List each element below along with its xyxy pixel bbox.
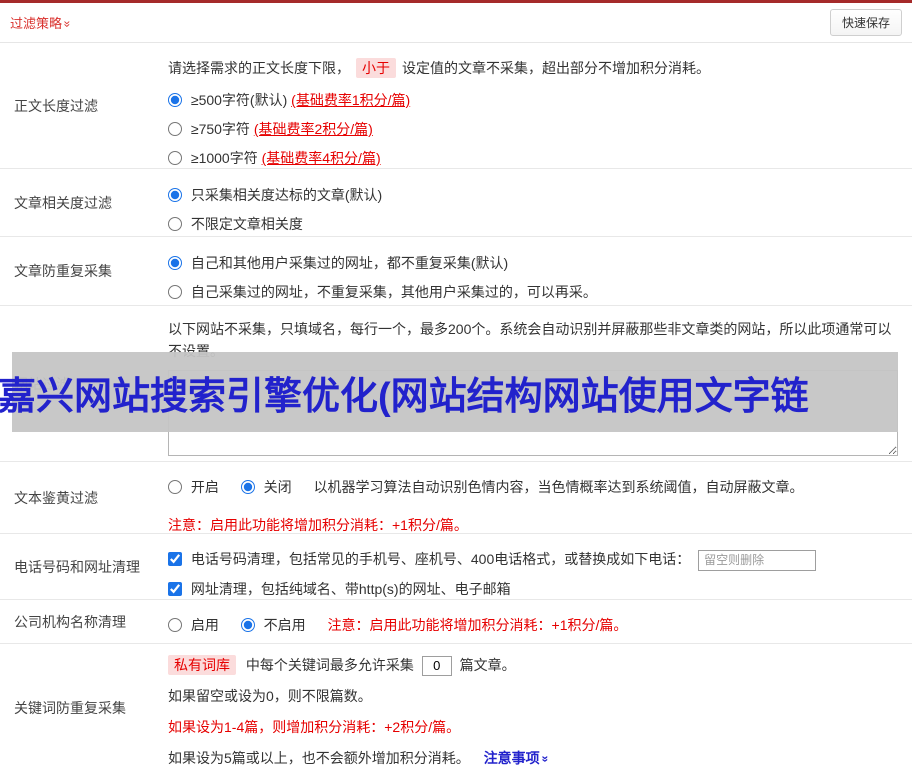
page-title-text: 过滤策略 [10,16,63,31]
length-750-radio[interactable] [168,122,182,136]
relevance-filter-label: 文章相关度过滤 [14,194,112,211]
replacement-phone-input[interactable] [698,549,817,571]
porn-on-label: 开启 [190,479,219,495]
keyword-limit-line: 私有词库 中每个关键词最多允许采集 篇文章。 [168,654,898,676]
keyword-note-five: 如果设为5篇或以上，也不会额外增加积分消耗。 注意事项» [168,747,898,770]
porn-on-option[interactable]: 开启 [168,479,223,495]
length-500-radio[interactable] [168,93,182,107]
length-750-label: ≥750字符 [190,121,254,137]
length-1000-radio[interactable] [168,151,182,165]
watermark-text: 嘉兴网站搜索引擎优化(网站结构网站使用文字链 [0,375,809,418]
company-on-label: 启用 [190,617,219,633]
length-500-label: ≥500字符(默认) [190,92,292,108]
length-filter-intro: 请选择需求的正文长度下限， 小于 设定值的文章不采集，超出部分不增加积分消耗。 [168,57,898,79]
dedup-global-radio[interactable] [168,256,182,270]
article-count-input[interactable] [421,655,452,676]
relevance-any-radio[interactable] [168,217,182,231]
url-cleanup-option[interactable]: 网址清理，包括纯域名、带http(s)的网址、电子邮箱 [168,581,511,597]
page-title[interactable]: 过滤策略» [10,13,75,32]
company-cleanup-note: 注意：启用此功能将增加积分消耗：+1积分/篇。 [327,617,628,633]
porn-filter-note: 注意：启用此功能将增加积分消耗：+1积分/篇。 [168,517,468,533]
row-company-cleanup: 公司机构名称清理 启用 不启用 注意：启用此功能将增加积分消耗：+1积分/篇。 [0,600,912,644]
keyword-note-cost: 如果设为1-4篇，则增加积分消耗：+2积分/篇。 [168,719,461,735]
company-on-radio[interactable] [168,618,182,632]
company-off-radio[interactable] [240,618,255,632]
relevance-strict-label: 只采集相关度达标的文章(默认) [190,187,383,203]
less-than-badge: 小于 [356,58,396,78]
length-1000-fee: (基础费率4积分/篇) [261,150,381,166]
row-length-filter: 正文长度过滤 请选择需求的正文长度下限， 小于 设定值的文章不采集，超出部分不增加积… [0,43,912,169]
private-thesaurus-badge: 私有词库 [168,655,236,675]
keyword-limit-suffix: 篇文章。 [459,657,516,673]
dedup-option-self[interactable]: 自己采集过的网址，不重复采集，其他用户采集过的，可以再采。 [168,279,898,305]
row-relevance-filter: 文章相关度过滤 只采集相关度达标的文章(默认) 不限定文章相关度 [0,169,912,237]
url-cleanup-checkbox[interactable] [168,582,182,596]
filter-strategy-page: { "header": { "title": "过滤策略", "chevron"… [0,0,912,768]
dedup-self-radio[interactable] [168,285,182,299]
row-phone-url-cleanup: 电话号码和网址清理 电话号码清理，包括常见的手机号、座机号、400电话格式，或替… [0,534,912,600]
row-dedup-filter: 文章防重复采集 自己和其他用户采集过的网址，都不重复采集(默认) 自己采集过的网… [0,237,912,306]
company-on-option[interactable]: 启用 [168,617,223,633]
phone-cleanup-checkbox[interactable] [168,552,182,566]
keyword-dedup-label: 关键词防重复采集 [14,699,126,716]
phone-cleanup-label: 电话号码清理，包括常见的手机号、座机号、400电话格式，或替换成如下电话： [190,551,691,567]
company-cleanup-label: 公司机构名称清理 [14,613,126,630]
length-1000-label: ≥1000字符 [190,150,262,166]
keyword-note-unlimited: 如果留空或设为0，则不限篇数。 [168,688,372,704]
row-site-filter: 网站过滤 以下网站不采集，只填域名，每行一个，最多200个。系统会自动识别并屏蔽… [0,306,912,462]
phone-url-label: 电话号码和网址清理 [14,558,140,575]
dedup-global-label: 自己和其他用户采集过的网址，都不重复采集(默认) [190,255,509,271]
row-porn-filter: 文本鉴黄过滤 开启 关闭 以机器学习算法自动识别色情内容，当色情概率达到系统阈值… [0,462,912,534]
length-option-1000[interactable]: ≥1000字符 (基础费率4积分/篇) [168,145,898,171]
company-off-label: 不启用 [263,617,306,633]
url-cleanup-label: 网址清理，包括纯域名、带http(s)的网址、电子邮箱 [190,581,511,597]
row-keyword-dedup: 关键词防重复采集 私有词库 中每个关键词最多允许采集 篇文章。 如果留空或设为0… [0,644,912,771]
dedup-filter-label: 文章防重复采集 [14,263,112,279]
length-filter-label: 正文长度过滤 [14,97,98,114]
relevance-strict-radio[interactable] [168,188,182,202]
length-750-fee: (基础费率2积分/篇) [253,121,373,137]
dedup-self-label: 自己采集过的网址，不重复采集，其他用户采集过的，可以再采。 [190,284,597,300]
chevron-down-icon: » [60,20,75,28]
porn-filter-description: 以机器学习算法自动识别色情内容，当色情概率达到系统阈值，自动屏蔽文章。 [313,479,804,495]
keyword-limit-text: 中每个关键词最多允许采集 [245,657,414,673]
intro-suffix: 设定值的文章不采集，超出部分不增加积分消耗。 [402,60,710,76]
quick-save-button[interactable]: 快速保存 [829,9,902,36]
watermark-overlay: 嘉兴网站搜索引擎优化(网站结构网站使用文字链 [0,352,898,432]
porn-off-label: 关闭 [263,479,292,495]
company-off-option[interactable]: 不启用 [240,617,310,633]
filter-settings-table: 正文长度过滤 请选择需求的正文长度下限， 小于 设定值的文章不采集，超出部分不增加积… [0,43,912,771]
length-500-fee: (基础费率1积分/篇) [291,92,411,108]
dedup-option-global[interactable]: 自己和其他用户采集过的网址，都不重复采集(默认) [168,250,898,276]
relevance-option-strict[interactable]: 只采集相关度达标的文章(默认) [168,182,898,208]
length-option-750[interactable]: ≥750字符 (基础费率2积分/篇) [168,116,898,142]
phone-cleanup-option[interactable]: 电话号码清理，包括常见的手机号、座机号、400电话格式，或替换成如下电话： [168,551,694,567]
porn-off-radio[interactable] [240,480,255,494]
header: 过滤策略» 快速保存 [0,3,912,43]
porn-off-option[interactable]: 关闭 [240,479,296,495]
keyword-note-five-text: 如果设为5篇或以上，也不会额外增加积分消耗。 [168,750,470,766]
intro-prefix: 请选择需求的正文长度下限， [168,60,350,76]
length-option-500[interactable]: ≥500字符(默认) (基础费率1积分/篇) [168,87,898,113]
porn-on-radio[interactable] [168,480,182,494]
relevance-option-any[interactable]: 不限定文章相关度 [168,211,898,237]
porn-filter-label: 文本鉴黄过滤 [14,489,98,506]
notice-link[interactable]: 注意事项» [484,750,552,766]
relevance-any-label: 不限定文章相关度 [190,216,303,232]
notice-chevron-icon: » [538,755,553,763]
